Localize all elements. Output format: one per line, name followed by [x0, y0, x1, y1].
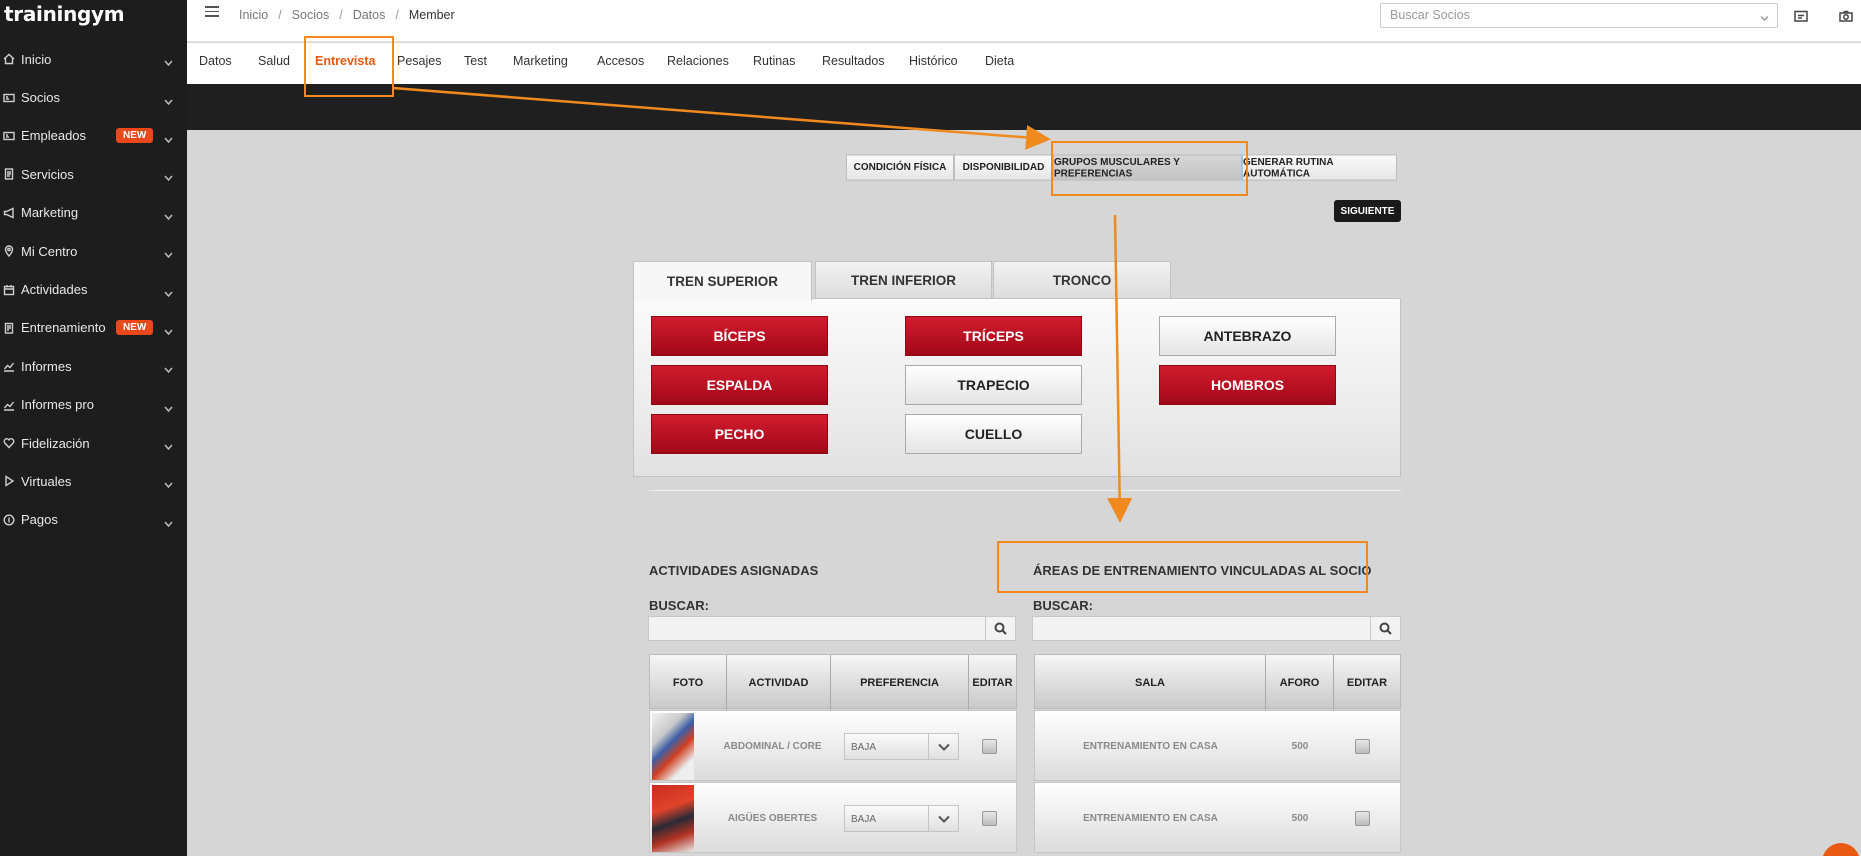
- annotation-arrows: [392, 86, 1133, 523]
- tab-tren-superior[interactable]: TREN SUPERIOR: [633, 261, 812, 301]
